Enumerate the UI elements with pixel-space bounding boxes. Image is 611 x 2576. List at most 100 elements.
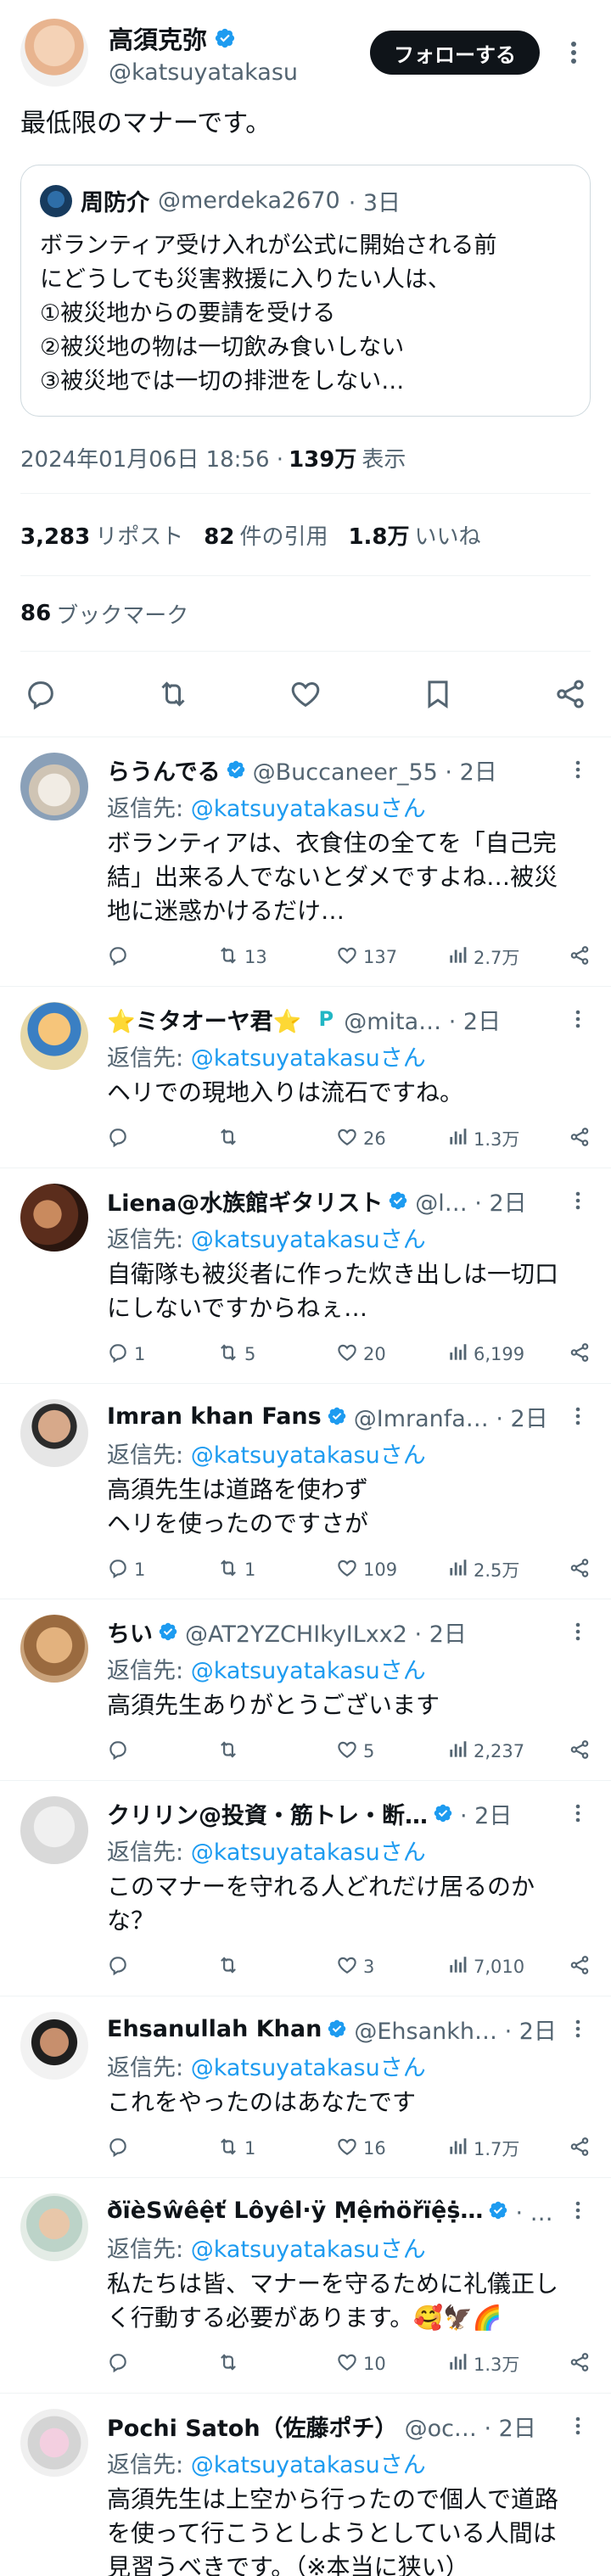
views-button[interactable]: 2.5万 — [446, 1557, 565, 1583]
reply-avatar[interactable] — [20, 1002, 88, 1070]
reply-author-handle[interactable]: · 2日 — [515, 2194, 560, 2227]
share-button[interactable] — [569, 2351, 591, 2377]
reply-author-name[interactable]: Ehsanullah Khan — [107, 2016, 322, 2042]
reply-tweet[interactable]: ⭐ミタオーヤ君⭐ P @mita… · 2日 返信先: @katsuyatakasuさ… — [0, 986, 611, 1168]
reply-tweet[interactable]: Imran khan Fans @Imranfa… · 2日 返信先: @katsu… — [0, 1383, 611, 1599]
reply-avatar[interactable] — [20, 1184, 88, 1252]
more-options-icon[interactable] — [565, 757, 591, 782]
reply-author-name[interactable]: Liena@水族館ギタリスト — [107, 1184, 383, 1218]
more-options-icon[interactable] — [565, 2016, 591, 2041]
repost-button[interactable]: 1 — [217, 1557, 336, 1583]
bookmarks-stat[interactable]: 86 ブックマーク — [20, 576, 591, 651]
reply-author-name[interactable]: Imran khan Fans — [107, 1403, 322, 1430]
share-button[interactable] — [569, 1341, 591, 1368]
reply-to-link[interactable]: @katsuyatakasuさん — [191, 2055, 426, 2081]
like-button[interactable]: 26 — [336, 1126, 446, 1152]
like-button[interactable]: 16 — [336, 2136, 446, 2162]
repost-icon[interactable] — [153, 674, 193, 714]
views-button[interactable]: 2.7万 — [446, 944, 565, 971]
reply-tweet[interactable]: らうんでる @Buccaneer_55 · 2日 返信先: @katsuyataka… — [0, 736, 611, 986]
repost-button[interactable]: 13 — [217, 944, 336, 971]
share-button[interactable] — [569, 1126, 591, 1152]
reply-to-link[interactable]: @katsuyatakasuさん — [191, 2237, 426, 2263]
follow-button[interactable]: フォローする — [370, 31, 540, 75]
like-button[interactable]: 20 — [336, 1341, 446, 1368]
repost-button[interactable]: 5 — [217, 1341, 336, 1368]
like-button[interactable]: 137 — [336, 944, 446, 971]
author-name[interactable]: 高須克弥 — [109, 20, 207, 56]
views-button[interactable]: 1.3万 — [446, 1126, 565, 1152]
repost-button[interactable]: 1 — [217, 2136, 336, 2162]
share-button[interactable] — [569, 2136, 591, 2162]
more-options-icon[interactable] — [565, 1006, 591, 1032]
reply-author-handle[interactable]: @l… · 2日 — [415, 1184, 560, 1218]
more-options-icon[interactable] — [565, 2198, 591, 2223]
views-button[interactable]: 7,010 — [446, 1954, 565, 1980]
reply-avatar[interactable] — [20, 2409, 88, 2477]
reply-icon[interactable] — [20, 674, 61, 714]
reply-to-link[interactable]: @katsuyatakasuさん — [191, 1442, 426, 1469]
reply-tweet[interactable]: Liena@水族館ギタリスト @l… · 2日 返信先: @katsuyatakas… — [0, 1168, 611, 1383]
author-handle[interactable]: @katsuyatakasu — [109, 59, 370, 86]
reply-author-handle[interactable]: @Ehsankh… · 2日 — [354, 2013, 560, 2046]
reply-author-handle[interactable]: @mita… · 2日 — [344, 1003, 560, 1036]
reply-tweet[interactable]: クリリン@投資・筋トレ・断… · 2日 返信先: @katsuyatakasuさんこ… — [0, 1780, 611, 1996]
more-options-icon[interactable] — [565, 1403, 591, 1429]
repost-button[interactable] — [217, 1954, 336, 1980]
reply-tweet[interactable]: Ehsanullah Khan @Ehsankh… · 2日 返信先: @katsu… — [0, 1996, 611, 2177]
reply-to-link[interactable]: @katsuyatakasuさん — [191, 1227, 426, 1253]
reply-tweet[interactable]: ðïèSŵêệť Lôyêl·ÿ Ṃệṁöřïệṩ… · 2日返信先: @kats… — [0, 2177, 611, 2393]
reply-avatar[interactable] — [20, 1796, 88, 1864]
more-options-icon[interactable] — [565, 1188, 591, 1213]
quoted-tweet[interactable]: 周防介 @merdeka2670 · 3日 ボランティア受け入れが公式に開始され… — [20, 165, 591, 417]
reply-author-name[interactable]: ちい — [107, 1616, 153, 1649]
views-button[interactable]: 1.7万 — [446, 2136, 565, 2162]
reply-button[interactable]: 1 — [107, 1341, 217, 1368]
reply-avatar[interactable] — [20, 1615, 88, 1683]
reply-to-link[interactable]: @katsuyatakasuさん — [191, 796, 426, 822]
views-button[interactable]: 6,199 — [446, 1341, 565, 1368]
like-icon[interactable] — [285, 674, 326, 714]
reply-to-link[interactable]: @katsuyatakasuさん — [191, 1045, 426, 1072]
reply-author-handle[interactable]: @oc… · 2日 — [405, 2410, 560, 2443]
repost-button[interactable] — [217, 1126, 336, 1152]
share-button[interactable] — [569, 1954, 591, 1980]
reply-avatar[interactable] — [20, 1399, 88, 1467]
more-options-icon[interactable] — [565, 1800, 591, 1826]
reply-avatar[interactable] — [20, 753, 88, 820]
views-button[interactable]: 1.3万 — [446, 2351, 565, 2377]
like-button[interactable]: 10 — [336, 2351, 446, 2377]
reply-author-name[interactable]: ⭐ミタオーヤ君⭐ — [107, 1003, 301, 1036]
reply-button[interactable]: 1 — [107, 1557, 217, 1583]
reply-author-name[interactable]: ðïèSŵêệť Lôyêl·ÿ Ṃệṁöřïệṩ… — [107, 2198, 483, 2224]
reply-to-link[interactable]: @katsuyatakasuさん — [191, 1840, 426, 1866]
quotes-stat[interactable]: 82 件の引用 — [204, 519, 328, 551]
views-button[interactable]: 2,237 — [446, 1739, 565, 1765]
reply-author-name[interactable]: クリリン@投資・筋トレ・断… — [107, 1797, 428, 1830]
reply-author-handle[interactable]: @AT2YZCHIkyILxx2 · 2日 — [185, 1616, 560, 1649]
reply-button[interactable] — [107, 1126, 217, 1152]
reply-author-name[interactable]: らうんでる — [107, 753, 221, 787]
author-avatar[interactable] — [20, 19, 88, 87]
like-button[interactable]: 109 — [336, 1557, 446, 1583]
repost-button[interactable] — [217, 2351, 336, 2377]
repost-button[interactable] — [217, 1739, 336, 1765]
reply-author-name[interactable]: Pochi Satoh（佐藤ポチ） — [107, 2410, 398, 2443]
reply-button[interactable] — [107, 1954, 217, 1980]
like-button[interactable]: 5 — [336, 1739, 446, 1765]
reply-button[interactable] — [107, 944, 217, 971]
reply-avatar[interactable] — [20, 2012, 88, 2080]
more-options-icon[interactable] — [557, 36, 591, 70]
reply-button[interactable] — [107, 2351, 217, 2377]
likes-stat[interactable]: 1.8万 いいね — [348, 519, 480, 551]
reposts-stat[interactable]: 3,283 リポスト — [20, 519, 183, 551]
share-button[interactable] — [569, 944, 591, 971]
reply-tweet[interactable]: Pochi Satoh（佐藤ポチ） @oc… · 2日 返信先: @katsuyat… — [0, 2393, 611, 2576]
share-button[interactable] — [569, 1557, 591, 1583]
reply-button[interactable] — [107, 2136, 217, 2162]
reply-button[interactable] — [107, 1739, 217, 1765]
reply-avatar[interactable] — [20, 2193, 88, 2261]
share-button[interactable] — [569, 1739, 591, 1765]
reply-tweet[interactable]: ちい @AT2YZCHIkyILxx2 · 2日 返信先: @katsuyataka… — [0, 1599, 611, 1780]
share-icon[interactable] — [550, 674, 591, 714]
